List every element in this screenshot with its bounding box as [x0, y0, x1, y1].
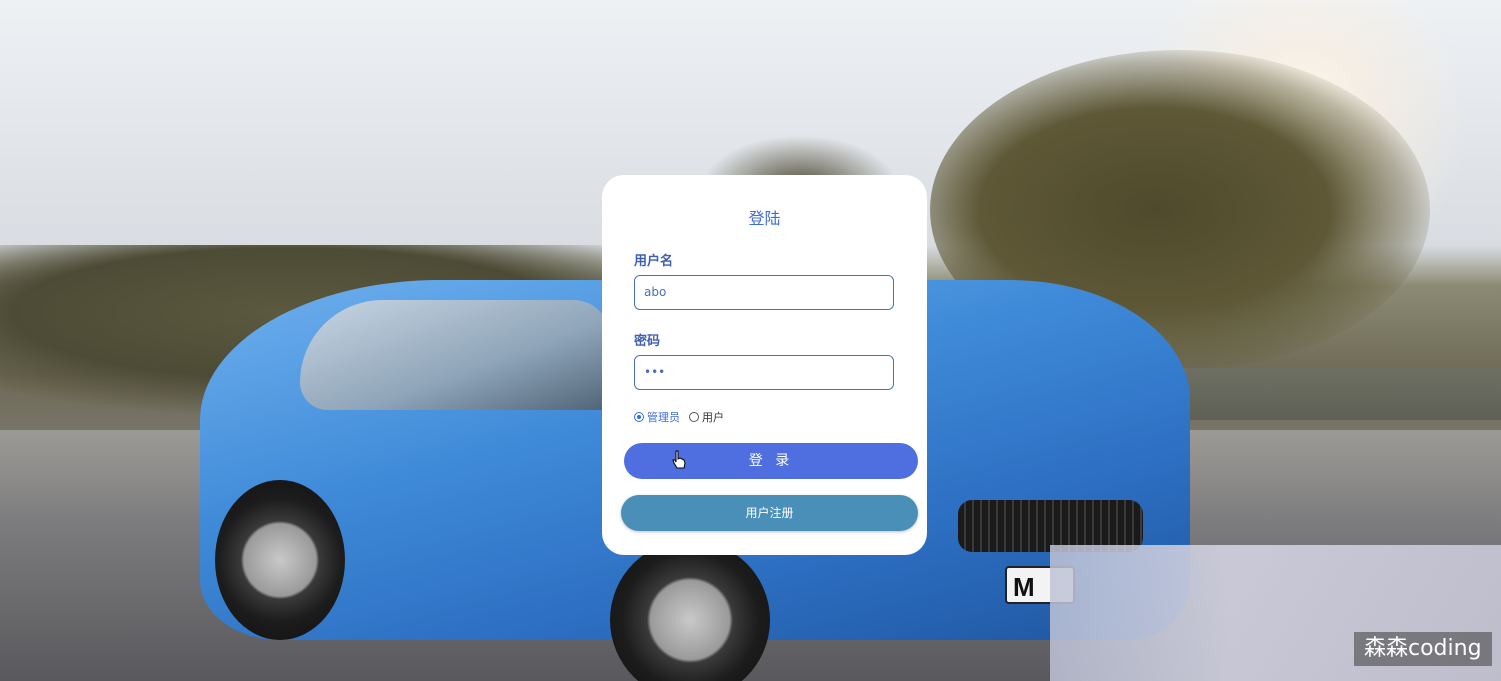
role-label-admin[interactable]: 管理员 [647, 409, 680, 425]
username-label: 用户名 [634, 254, 674, 269]
password-input[interactable]: ••• [634, 355, 894, 390]
role-radio-user[interactable] [689, 412, 699, 422]
hand-cursor-icon [672, 450, 686, 469]
login-card: 登陆 用户名 abo 密码 ••• 管理员 用户 登 录 用户注册 [602, 175, 927, 555]
role-radio-admin[interactable] [634, 412, 644, 422]
car-window [300, 300, 610, 410]
password-label: 密码 [634, 334, 661, 349]
login-page: M 登陆 用户名 abo 密码 ••• 管理员 用户 登 录 用户注册 森森co… [0, 0, 1501, 681]
watermark: 森森coding [1354, 632, 1492, 666]
role-selector: 管理员 用户 [634, 409, 724, 425]
role-label-user[interactable]: 用户 [702, 409, 724, 425]
login-title: 登陆 [748, 209, 781, 228]
username-input[interactable]: abo [634, 275, 894, 310]
car-wheel-rear [215, 480, 345, 640]
register-button[interactable]: 用户注册 [621, 495, 918, 531]
login-button[interactable]: 登 录 [624, 443, 918, 479]
